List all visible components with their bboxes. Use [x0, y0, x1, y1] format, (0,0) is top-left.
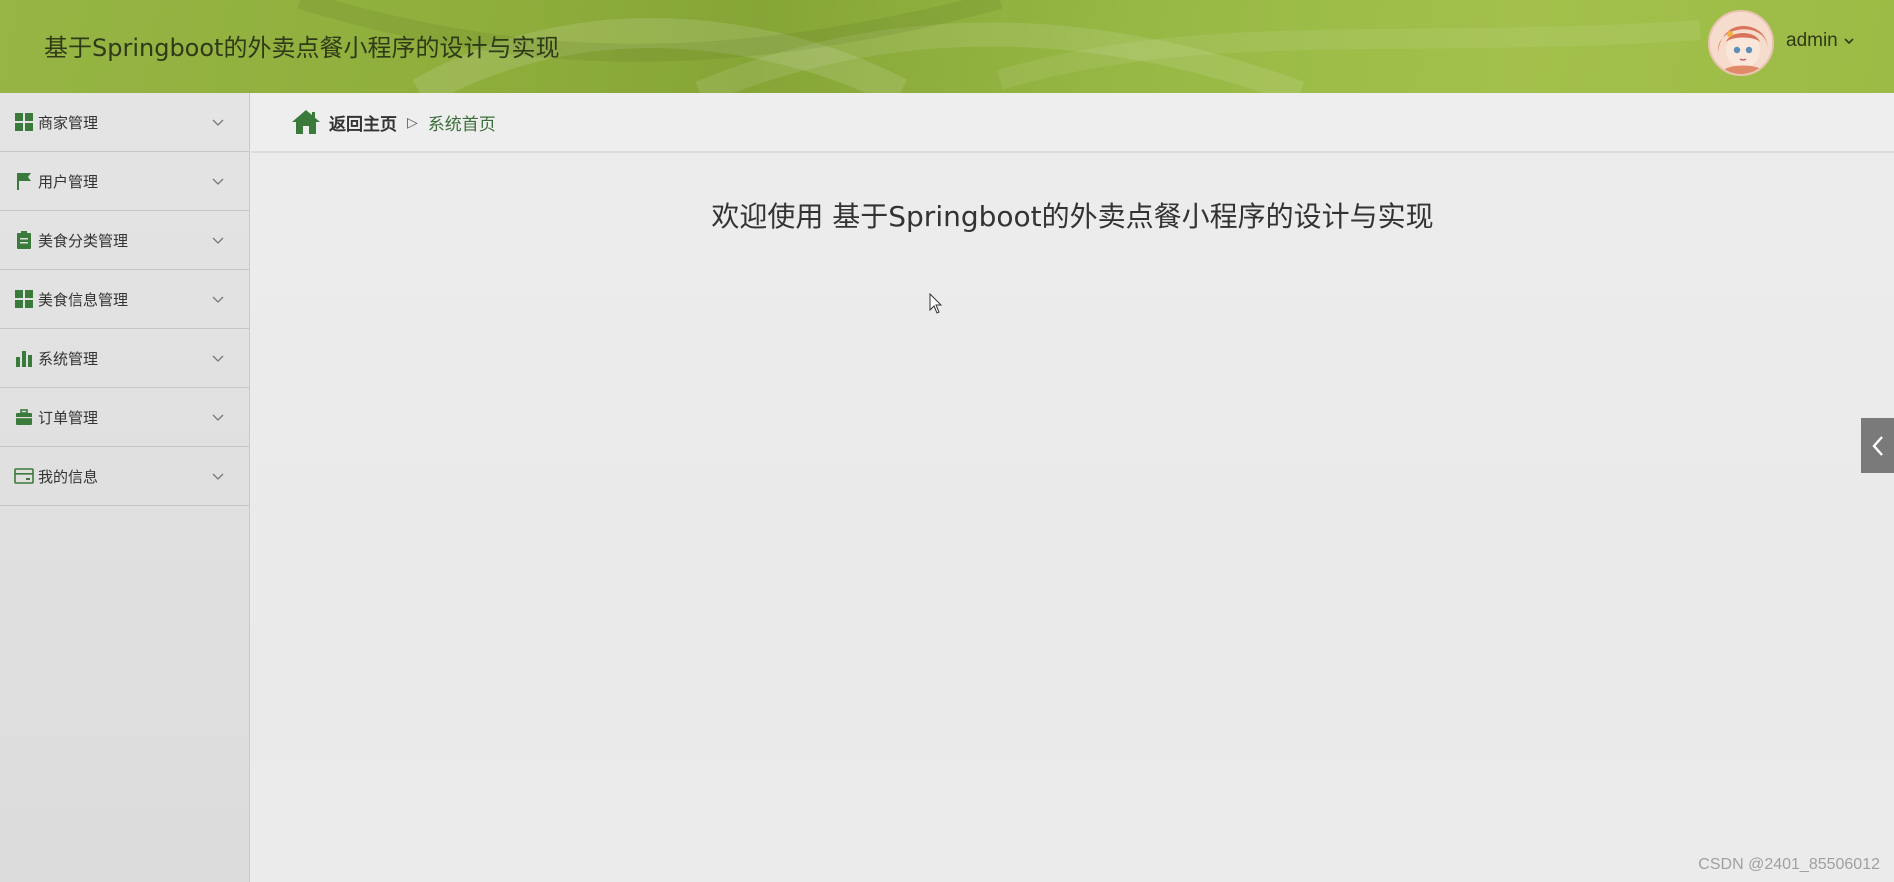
- breadcrumb-current: 系统首页: [427, 114, 496, 135]
- chevron-down-icon: [212, 178, 224, 185]
- top-header: 基于Springboot的外卖点餐小程序的设计与实现 admin: [0, 0, 1894, 93]
- user-menu[interactable]: admin: [1786, 30, 1854, 52]
- sidebar-item-label: 美食分类管理: [38, 231, 129, 250]
- app-title: 基于Springboot的外卖点餐小程序的设计与实现: [44, 34, 560, 62]
- chevron-left-icon: [1871, 435, 1883, 456]
- username[interactable]: admin: [1786, 30, 1838, 52]
- sidebar: 商家管理 用户管理 美食分类管理 美食信息管理 系统管理 订单管理 我的信息: [0, 93, 250, 882]
- grid-icon: [14, 112, 34, 132]
- main-content: 欢迎使用 基于Springboot的外卖点餐小程序的设计与实现: [251, 155, 1894, 882]
- welcome-heading: 欢迎使用 基于Springboot的外卖点餐小程序的设计与实现: [711, 200, 1434, 233]
- chevron-down-icon: [212, 414, 224, 421]
- breadcrumb: 返回主页 ▷ 系统首页: [291, 109, 496, 135]
- grid-icon: [14, 289, 34, 309]
- breadcrumb-separator-icon: ▷: [407, 113, 418, 130]
- bar-chart-icon: [14, 348, 34, 368]
- sidebar-item-system[interactable]: 系统管理: [0, 329, 249, 388]
- card-icon: [14, 466, 34, 486]
- sidebar-item-users[interactable]: 用户管理: [0, 152, 249, 211]
- breadcrumb-home-link[interactable]: 返回主页: [329, 110, 397, 135]
- watermark: CSDN @2401_85506012: [1698, 856, 1880, 873]
- briefcase-icon: [14, 407, 34, 427]
- sidebar-item-label: 我的信息: [38, 467, 99, 486]
- flag-icon: [14, 171, 34, 191]
- sidebar-item-label: 用户管理: [38, 172, 99, 191]
- sidebar-item-label: 系统管理: [38, 349, 99, 368]
- sidebar-item-merchant[interactable]: 商家管理: [0, 93, 249, 152]
- chevron-down-icon: [212, 296, 224, 303]
- side-panel-toggle[interactable]: [1861, 418, 1894, 473]
- sidebar-item-orders[interactable]: 订单管理: [0, 388, 249, 447]
- chevron-down-icon[interactable]: [1844, 37, 1854, 45]
- home-icon[interactable]: [291, 109, 321, 135]
- chevron-down-icon: [212, 355, 224, 362]
- chevron-down-icon: [212, 473, 224, 480]
- mouse-cursor-icon: [929, 293, 943, 314]
- sidebar-item-label: 美食信息管理: [38, 290, 129, 309]
- sidebar-item-label: 订单管理: [38, 408, 99, 427]
- sidebar-item-food-info[interactable]: 美食信息管理: [0, 270, 249, 329]
- breadcrumb-bar: 返回主页 ▷ 系统首页: [251, 93, 1894, 153]
- chevron-down-icon: [212, 119, 224, 126]
- chevron-down-icon: [212, 237, 224, 244]
- user-avatar[interactable]: [1708, 10, 1774, 76]
- sidebar-item-food-category[interactable]: 美食分类管理: [0, 211, 249, 270]
- sidebar-item-my-info[interactable]: 我的信息: [0, 447, 249, 506]
- sidebar-item-label: 商家管理: [38, 113, 99, 132]
- clipboard-icon: [14, 230, 34, 250]
